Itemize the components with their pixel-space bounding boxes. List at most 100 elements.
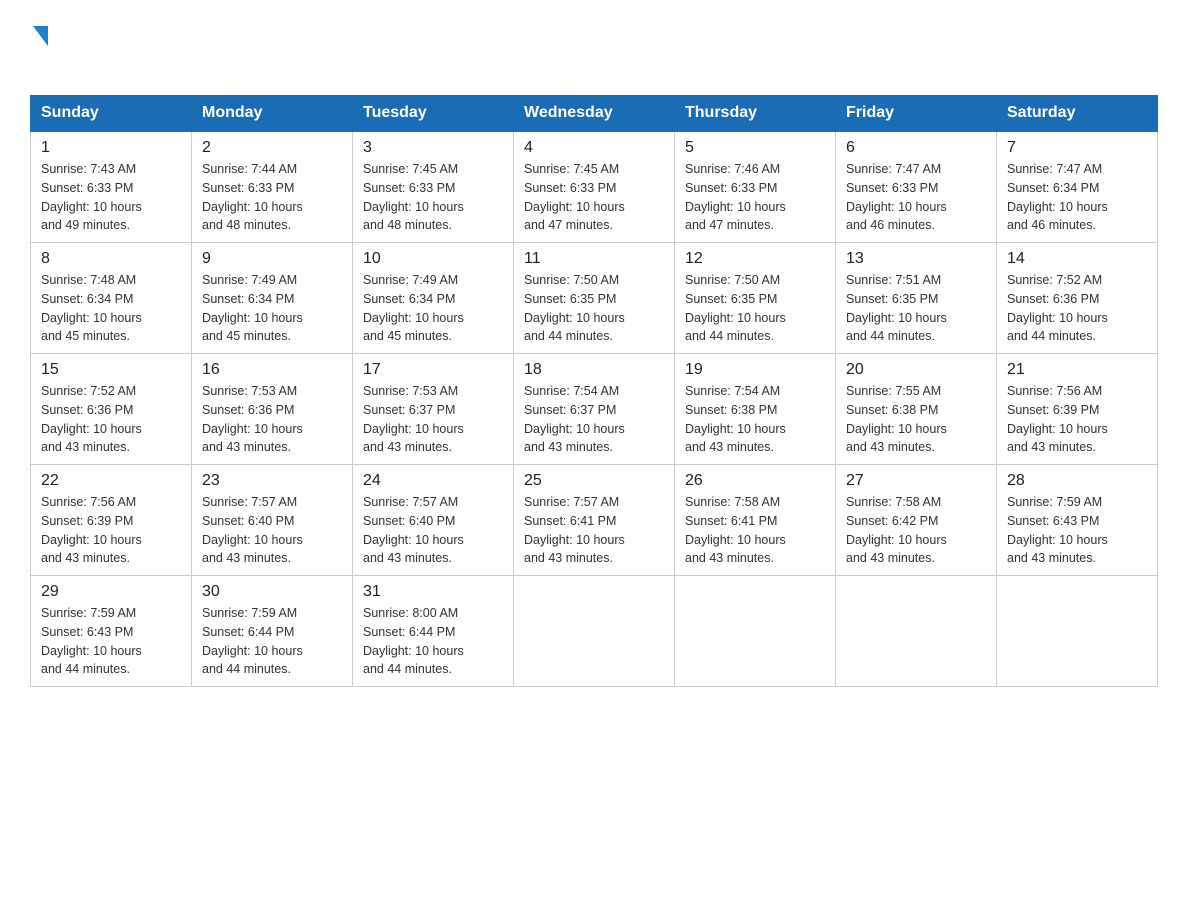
day-number: 14	[1007, 250, 1147, 268]
day-info: Sunrise: 7:48 AMSunset: 6:34 PMDaylight:…	[41, 271, 181, 346]
week-row-2: 8 Sunrise: 7:48 AMSunset: 6:34 PMDaylight…	[31, 243, 1158, 354]
col-header-thursday: Thursday	[675, 96, 836, 132]
calendar-cell: 16 Sunrise: 7:53 AMSunset: 6:36 PMDayligh…	[192, 354, 353, 465]
calendar-cell: 11 Sunrise: 7:50 AMSunset: 6:35 PMDayligh…	[514, 243, 675, 354]
day-number: 1	[41, 139, 181, 157]
day-number: 31	[363, 583, 503, 601]
col-header-friday: Friday	[836, 96, 997, 132]
day-info: Sunrise: 7:44 AMSunset: 6:33 PMDaylight:…	[202, 160, 342, 235]
calendar-cell: 25Sunrise: 7:57 AMSunset: 6:41 PMDayligh…	[514, 465, 675, 576]
day-number: 7	[1007, 139, 1147, 157]
calendar-cell: 2Sunrise: 7:44 AMSunset: 6:33 PMDaylight…	[192, 131, 353, 243]
day-info: Sunrise: 7:59 AMSunset: 6:44 PMDaylight:…	[202, 604, 342, 679]
day-info: Sunrise: 7:56 AMSunset: 6:39 PMDaylight:…	[1007, 382, 1147, 457]
day-number: 27	[846, 472, 986, 490]
calendar-cell: 1 Sunrise: 7:43 AMSunset: 6:33 PMDaylight…	[31, 131, 192, 243]
day-info: Sunrise: 7:43 AMSunset: 6:33 PMDaylight:…	[41, 160, 181, 235]
day-number: 13	[846, 250, 986, 268]
day-number: 28	[1007, 472, 1147, 490]
day-info: Sunrise: 7:56 AMSunset: 6:39 PMDaylight:…	[41, 493, 181, 568]
calendar-cell: 30 Sunrise: 7:59 AMSunset: 6:44 PMDayligh…	[192, 576, 353, 687]
page-header	[30, 20, 1158, 77]
day-info: Sunrise: 7:58 AMSunset: 6:42 PMDaylight:…	[846, 493, 986, 568]
calendar-header-row: SundayMondayTuesdayWednesdayThursdayFrid…	[31, 96, 1158, 132]
day-info: Sunrise: 7:45 AMSunset: 6:33 PMDaylight:…	[363, 160, 503, 235]
calendar-cell: 20 Sunrise: 7:55 AMSunset: 6:38 PMDayligh…	[836, 354, 997, 465]
calendar-cell: 21Sunrise: 7:56 AMSunset: 6:39 PMDayligh…	[997, 354, 1158, 465]
day-number: 6	[846, 139, 986, 157]
calendar-cell: 24 Sunrise: 7:57 AMSunset: 6:40 PMDayligh…	[353, 465, 514, 576]
day-info: Sunrise: 7:55 AMSunset: 6:38 PMDaylight:…	[846, 382, 986, 457]
day-number: 5	[685, 139, 825, 157]
day-info: Sunrise: 7:45 AMSunset: 6:33 PMDaylight:…	[524, 160, 664, 235]
calendar-cell	[997, 576, 1158, 687]
day-number: 22	[41, 472, 181, 490]
calendar-cell: 29 Sunrise: 7:59 AMSunset: 6:43 PMDayligh…	[31, 576, 192, 687]
day-number: 26	[685, 472, 825, 490]
day-number: 9	[202, 250, 342, 268]
calendar-cell: 15Sunrise: 7:52 AMSunset: 6:36 PMDayligh…	[31, 354, 192, 465]
day-number: 17	[363, 361, 503, 379]
calendar-cell: 8 Sunrise: 7:48 AMSunset: 6:34 PMDaylight…	[31, 243, 192, 354]
day-number: 4	[524, 139, 664, 157]
calendar-cell: 19 Sunrise: 7:54 AMSunset: 6:38 PMDayligh…	[675, 354, 836, 465]
day-number: 24	[363, 472, 503, 490]
day-number: 19	[685, 361, 825, 379]
day-info: Sunrise: 7:52 AMSunset: 6:36 PMDaylight:…	[1007, 271, 1147, 346]
calendar-cell: 12 Sunrise: 7:50 AMSunset: 6:35 PMDayligh…	[675, 243, 836, 354]
calendar-cell: 3 Sunrise: 7:45 AMSunset: 6:33 PMDaylight…	[353, 131, 514, 243]
logo	[30, 20, 48, 77]
day-info: Sunrise: 7:52 AMSunset: 6:36 PMDaylight:…	[41, 382, 181, 457]
col-header-tuesday: Tuesday	[353, 96, 514, 132]
calendar-cell	[675, 576, 836, 687]
logo-triangle-icon	[33, 26, 48, 46]
week-row-3: 15Sunrise: 7:52 AMSunset: 6:36 PMDayligh…	[31, 354, 1158, 465]
day-number: 12	[685, 250, 825, 268]
week-row-5: 29 Sunrise: 7:59 AMSunset: 6:43 PMDayligh…	[31, 576, 1158, 687]
calendar-cell: 10Sunrise: 7:49 AMSunset: 6:34 PMDayligh…	[353, 243, 514, 354]
day-number: 25	[524, 472, 664, 490]
day-number: 3	[363, 139, 503, 157]
week-row-4: 22 Sunrise: 7:56 AMSunset: 6:39 PMDayligh…	[31, 465, 1158, 576]
day-info: Sunrise: 7:50 AMSunset: 6:35 PMDaylight:…	[524, 271, 664, 346]
calendar-cell: 9Sunrise: 7:49 AMSunset: 6:34 PMDaylight…	[192, 243, 353, 354]
day-info: Sunrise: 7:59 AMSunset: 6:43 PMDaylight:…	[41, 604, 181, 679]
day-number: 8	[41, 250, 181, 268]
day-number: 29	[41, 583, 181, 601]
day-info: Sunrise: 7:51 AMSunset: 6:35 PMDaylight:…	[846, 271, 986, 346]
col-header-sunday: Sunday	[31, 96, 192, 132]
day-info: Sunrise: 7:53 AMSunset: 6:36 PMDaylight:…	[202, 382, 342, 457]
calendar-cell: 31 Sunrise: 8:00 AMSunset: 6:44 PMDayligh…	[353, 576, 514, 687]
day-info: Sunrise: 7:59 AMSunset: 6:43 PMDaylight:…	[1007, 493, 1147, 568]
calendar-cell: 7 Sunrise: 7:47 AMSunset: 6:34 PMDaylight…	[997, 131, 1158, 243]
day-info: Sunrise: 7:47 AMSunset: 6:34 PMDaylight:…	[1007, 160, 1147, 235]
calendar-cell: 26Sunrise: 7:58 AMSunset: 6:41 PMDayligh…	[675, 465, 836, 576]
day-info: Sunrise: 8:00 AMSunset: 6:44 PMDaylight:…	[363, 604, 503, 679]
calendar-table: SundayMondayTuesdayWednesdayThursdayFrid…	[30, 95, 1158, 687]
day-info: Sunrise: 7:50 AMSunset: 6:35 PMDaylight:…	[685, 271, 825, 346]
calendar-cell: 6 Sunrise: 7:47 AMSunset: 6:33 PMDaylight…	[836, 131, 997, 243]
calendar-cell: 28 Sunrise: 7:59 AMSunset: 6:43 PMDayligh…	[997, 465, 1158, 576]
day-info: Sunrise: 7:54 AMSunset: 6:37 PMDaylight:…	[524, 382, 664, 457]
col-header-monday: Monday	[192, 96, 353, 132]
day-number: 20	[846, 361, 986, 379]
calendar-cell: 22 Sunrise: 7:56 AMSunset: 6:39 PMDayligh…	[31, 465, 192, 576]
calendar-cell: 18Sunrise: 7:54 AMSunset: 6:37 PMDayligh…	[514, 354, 675, 465]
day-info: Sunrise: 7:47 AMSunset: 6:33 PMDaylight:…	[846, 160, 986, 235]
calendar-cell: 27 Sunrise: 7:58 AMSunset: 6:42 PMDayligh…	[836, 465, 997, 576]
day-info: Sunrise: 7:54 AMSunset: 6:38 PMDaylight:…	[685, 382, 825, 457]
week-row-1: 1 Sunrise: 7:43 AMSunset: 6:33 PMDaylight…	[31, 131, 1158, 243]
day-number: 30	[202, 583, 342, 601]
calendar-cell: 4 Sunrise: 7:45 AMSunset: 6:33 PMDaylight…	[514, 131, 675, 243]
day-info: Sunrise: 7:53 AMSunset: 6:37 PMDaylight:…	[363, 382, 503, 457]
day-number: 10	[363, 250, 503, 268]
calendar-cell: 13 Sunrise: 7:51 AMSunset: 6:35 PMDayligh…	[836, 243, 997, 354]
day-number: 11	[524, 250, 664, 268]
day-info: Sunrise: 7:57 AMSunset: 6:40 PMDaylight:…	[363, 493, 503, 568]
col-header-wednesday: Wednesday	[514, 96, 675, 132]
calendar-cell: 23Sunrise: 7:57 AMSunset: 6:40 PMDayligh…	[192, 465, 353, 576]
calendar-cell: 17 Sunrise: 7:53 AMSunset: 6:37 PMDayligh…	[353, 354, 514, 465]
calendar-cell	[514, 576, 675, 687]
day-number: 16	[202, 361, 342, 379]
calendar-cell: 14 Sunrise: 7:52 AMSunset: 6:36 PMDayligh…	[997, 243, 1158, 354]
